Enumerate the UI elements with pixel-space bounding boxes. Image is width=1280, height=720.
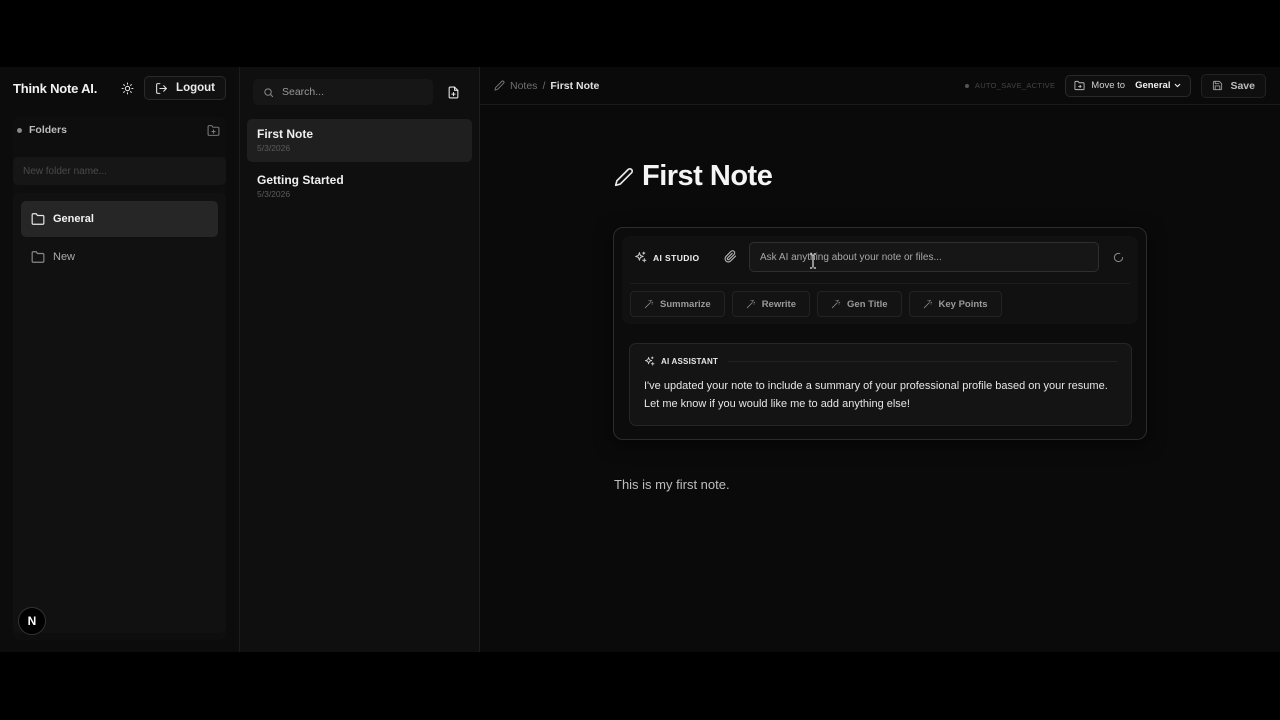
folder-item-label: New (53, 251, 76, 263)
wand-icon (746, 299, 756, 309)
save-label: Save (1230, 79, 1255, 92)
breadcrumb-notes-link[interactable]: Notes (510, 80, 537, 92)
attach-button[interactable] (724, 250, 737, 263)
logout-label: Logout (176, 82, 215, 94)
ai-quick-actions: Summarize Rewrite Gen Title Key Points (630, 291, 1002, 317)
folder-plus-icon (207, 124, 220, 137)
autosave-label: AUTO_SAVE_ACTIVE (974, 81, 1056, 90)
folders-header: Folders (13, 117, 226, 143)
search-box (253, 79, 433, 105)
pencil-icon (494, 80, 505, 91)
move-to-label: Move to (1091, 80, 1126, 91)
ai-assistant-divider (728, 361, 1117, 362)
note-item-first-note[interactable]: First Note 5/3/2026 (247, 119, 472, 162)
sidebar-header: Think Note AI. Logout (0, 67, 239, 109)
ai-assistant-message: AI ASSISTANT I've updated your note to i… (629, 343, 1132, 426)
note-item-date: 5/3/2026 (257, 189, 291, 199)
editor-panel: Notes / First Note AUTO_SAVE_ACTIVE Move… (480, 67, 1280, 652)
folder-move-icon (1074, 80, 1085, 91)
folders-label: Folders (29, 124, 67, 136)
file-plus-icon (447, 86, 460, 99)
wand-icon (923, 299, 933, 309)
summarize-button[interactable]: Summarize (630, 291, 725, 317)
app-window: Think Note AI. Logout Folders New folder… (0, 67, 1280, 652)
folders-panel: Folders General (13, 117, 226, 640)
folder-item-new[interactable]: New (21, 239, 218, 275)
note-item-date: 5/3/2026 (257, 143, 291, 153)
search-icon (263, 87, 274, 98)
ai-studio-label: AI STUDIO (634, 251, 700, 264)
save-button[interactable]: Save (1201, 73, 1266, 98)
move-to-value: General (1135, 80, 1182, 91)
new-folder-input[interactable] (13, 157, 226, 185)
notes-list-panel: First Note 5/3/2026 Getting Started 5/3/… (240, 67, 480, 652)
rewrite-button[interactable]: Rewrite (731, 291, 811, 317)
autosave-status: AUTO_SAVE_ACTIVE (964, 81, 1056, 90)
sparkles-icon (634, 251, 647, 264)
breadcrumb: Notes / First Note (494, 80, 599, 92)
note-item-getting-started[interactable]: Getting Started 5/3/2026 (247, 165, 472, 208)
save-icon (1212, 80, 1223, 91)
chip-label: Key Points (938, 298, 988, 310)
folder-icon (31, 250, 45, 264)
n-badge[interactable]: N (18, 607, 46, 635)
folder-item-general[interactable]: General (21, 201, 218, 237)
chip-label: Gen Title (847, 298, 888, 310)
folder-icon (31, 212, 45, 226)
note-title[interactable]: First Note (642, 160, 773, 193)
ai-prompt-input[interactable] (749, 242, 1099, 272)
sidebar: Think Note AI. Logout Folders New folder… (0, 67, 240, 652)
ai-assistant-label: AI ASSISTANT (661, 357, 719, 366)
pencil-icon (614, 167, 634, 187)
note-item-title: Getting Started (257, 173, 344, 187)
breadcrumb-separator: / (542, 79, 546, 92)
breadcrumb-current: First Note (550, 79, 600, 92)
wand-icon (831, 299, 841, 309)
paperclip-icon (724, 250, 737, 263)
logout-icon (155, 82, 168, 95)
chevron-down-icon (1173, 81, 1182, 90)
chip-label: Summarize (660, 298, 711, 310)
gen-title-button[interactable]: Gen Title (817, 291, 902, 317)
theme-toggle-button[interactable] (116, 77, 138, 99)
app-brand: Think Note AI. (13, 80, 98, 96)
chip-label: Rewrite (761, 298, 797, 310)
folder-list: General New (13, 193, 226, 633)
ai-studio-toolbar: AI STUDIO Ask AI anything about your not… (622, 236, 1138, 324)
loader-icon (1113, 252, 1124, 263)
note-body[interactable]: This is my first note. (614, 477, 730, 492)
key-points-button[interactable]: Key Points (908, 291, 1002, 317)
ai-assistant-text: I've updated your note to include a summ… (644, 380, 1108, 410)
folder-item-label: General (53, 213, 94, 225)
ai-toolbar-divider (630, 283, 1130, 284)
ai-studio-card: AI STUDIO Ask AI anything about your not… (613, 227, 1147, 440)
ai-assistant-header: AI ASSISTANT (644, 356, 1117, 367)
sparkles-icon (644, 356, 655, 367)
note-title-row: First Note (614, 160, 773, 193)
move-to-value-text: General (1135, 80, 1171, 91)
editor-topbar: Notes / First Note AUTO_SAVE_ACTIVE Move… (480, 67, 1280, 105)
new-note-button[interactable] (444, 83, 462, 101)
wand-icon (644, 299, 654, 309)
note-item-title: First Note (257, 127, 314, 141)
search-input[interactable] (282, 86, 422, 98)
folders-dot (17, 127, 22, 133)
sun-icon (121, 82, 134, 95)
ai-studio-text: AI STUDIO (653, 252, 700, 263)
autosave-dot (964, 83, 969, 88)
move-to-select[interactable]: Move to General (1065, 74, 1192, 97)
new-folder-button[interactable] (204, 121, 222, 139)
logout-button[interactable]: Logout (144, 76, 226, 100)
